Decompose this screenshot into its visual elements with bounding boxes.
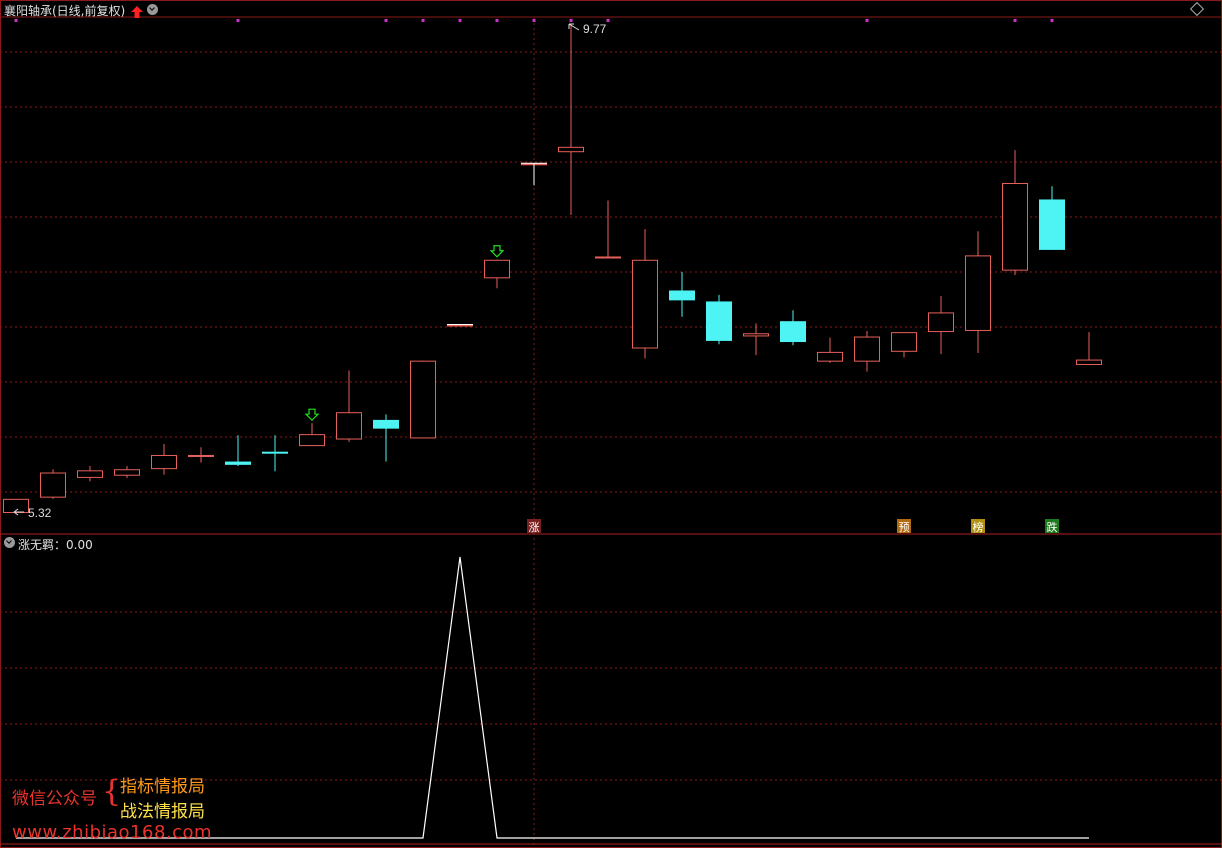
kline-chart[interactable]: 9.77 5.32 涨 预 榜 跌 xyxy=(0,0,1222,848)
candle-body xyxy=(891,332,917,352)
high-label: 9.77 xyxy=(583,22,607,36)
top-marker xyxy=(236,19,240,22)
candle-body xyxy=(40,472,66,498)
candle-body xyxy=(373,419,399,429)
top-marker xyxy=(569,19,573,22)
top-marker xyxy=(495,19,499,22)
candle-body xyxy=(447,324,473,327)
candle-body xyxy=(780,321,806,343)
candle-body xyxy=(965,255,991,331)
candle-body xyxy=(484,259,510,279)
candle-body xyxy=(410,360,436,439)
top-marker xyxy=(14,19,18,22)
chart-frame xyxy=(0,0,1222,848)
watermark-url: www.zhibiao168.com xyxy=(12,822,213,843)
low-label: 5.32 xyxy=(28,506,52,520)
top-marker xyxy=(1050,19,1054,22)
candle-body xyxy=(151,454,177,470)
watermark-wechat: 微信公众号 xyxy=(12,789,97,809)
candle-body xyxy=(1039,199,1065,250)
bottom-label: 榜 xyxy=(973,520,984,534)
top-marker xyxy=(1013,19,1017,22)
signal-arrow-icon xyxy=(489,245,505,258)
candle-body xyxy=(1076,359,1102,365)
title-dropdown-icon[interactable] xyxy=(147,4,158,15)
indicator-dropdown-icon[interactable] xyxy=(4,537,15,548)
top-marker xyxy=(532,19,536,22)
bottom-label: 涨 xyxy=(529,521,540,534)
candle-body xyxy=(262,451,288,454)
top-marker xyxy=(606,19,610,22)
candle-body xyxy=(632,259,658,349)
candle-body xyxy=(1002,183,1028,271)
candle-body xyxy=(188,454,214,457)
watermark-line3: 战法情报局 xyxy=(120,802,205,822)
chart-title: 襄阳轴承(日线,前复权) xyxy=(4,4,126,18)
top-marker xyxy=(384,19,388,22)
signal-arrow-icon xyxy=(304,408,320,422)
candle-body xyxy=(225,461,251,465)
candle-body xyxy=(77,470,103,478)
candle-body xyxy=(595,256,621,259)
red-up-arrow-icon xyxy=(131,3,143,18)
top-marker xyxy=(421,19,425,22)
candle-body xyxy=(336,412,362,440)
candle-body xyxy=(114,469,140,476)
candle-body xyxy=(854,336,880,362)
candle-body xyxy=(706,301,732,341)
bottom-label: 预 xyxy=(899,521,910,534)
candle-body xyxy=(928,312,954,333)
candle-body xyxy=(743,333,769,337)
top-marker xyxy=(865,19,869,22)
top-marker xyxy=(458,19,462,22)
candle-body xyxy=(817,351,843,362)
indicator-title: 涨无羁：0.00 xyxy=(18,538,93,552)
candle-body xyxy=(669,290,695,301)
candle-body xyxy=(558,146,584,153)
candle-body xyxy=(299,434,325,447)
watermark-brace: { xyxy=(102,774,122,809)
watermark-line2: 指标情报局 xyxy=(120,777,205,797)
bottom-label: 跌 xyxy=(1047,520,1058,534)
